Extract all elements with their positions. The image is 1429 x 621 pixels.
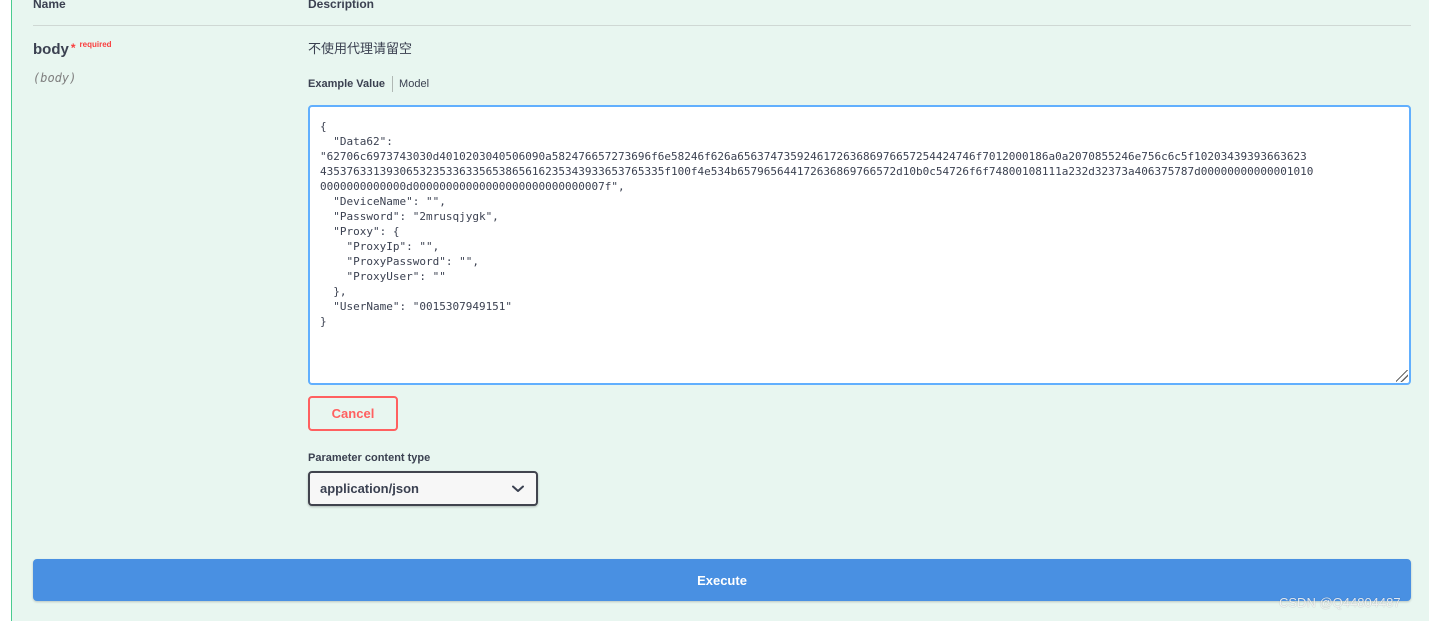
parameter-name-text: body — [33, 41, 69, 58]
tab-divider — [392, 76, 394, 92]
chevron-down-icon — [512, 485, 524, 492]
content-type-selected: application/json — [320, 481, 419, 496]
required-star: * — [70, 41, 76, 55]
column-header-name: Name — [33, 0, 66, 11]
parameter-in: (body) — [33, 71, 77, 85]
execute-button[interactable]: Execute — [33, 559, 1411, 601]
parameter-description: 不使用代理请留空 — [308, 41, 413, 56]
content-type-label: Parameter content type — [308, 452, 431, 464]
watermark: CSDN @Q44804487 — [1279, 595, 1401, 610]
page: Name Description body * required (body) 不使… — [0, 0, 1429, 621]
request-body-editor[interactable]: { "Data62": "62706c6973743030d4010203040… — [308, 105, 1411, 385]
tab-example-value[interactable]: Example Value — [308, 78, 385, 90]
header-divider — [33, 25, 1411, 26]
column-header-description: Description — [308, 0, 375, 11]
required-label: required — [79, 40, 112, 49]
resize-grip-icon[interactable] — [1396, 370, 1408, 382]
tab-model[interactable]: Model — [399, 78, 429, 90]
content-type-select[interactable]: application/json — [308, 471, 538, 506]
cancel-button[interactable]: Cancel — [308, 396, 398, 431]
example-tabs: Example Value Model — [308, 76, 429, 92]
parameter-name: body * required — [33, 40, 112, 58]
